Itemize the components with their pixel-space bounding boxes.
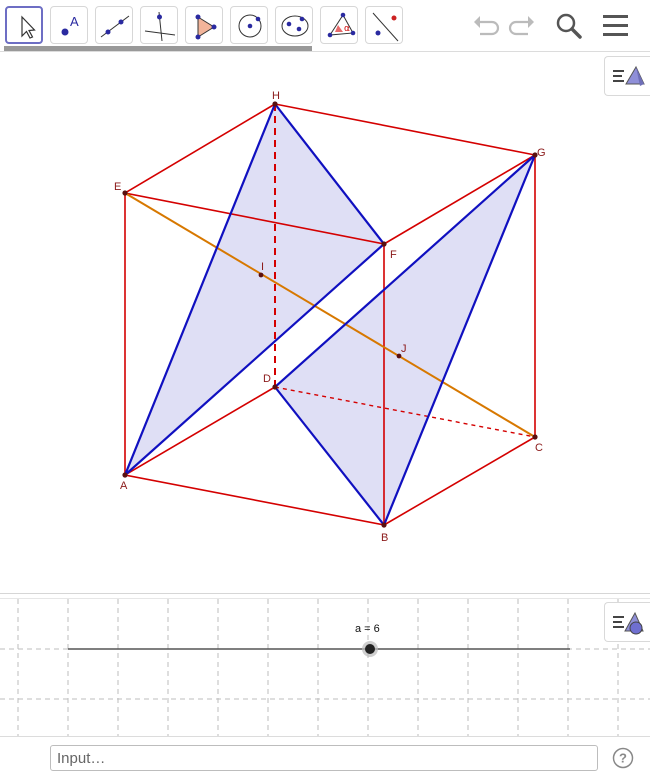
point-tool-label: A: [70, 14, 79, 29]
svg-text:?: ?: [619, 751, 627, 766]
label-c: C: [535, 442, 543, 454]
label-b: B: [381, 532, 388, 544]
label-f: F: [390, 249, 397, 261]
polygon-icon: [195, 14, 217, 40]
polygon-tool-button[interactable]: [185, 6, 223, 44]
label-h: H: [272, 90, 280, 102]
undo-icon: [474, 16, 500, 36]
point-e[interactable]: [122, 190, 128, 196]
point-a[interactable]: [122, 472, 128, 478]
move-tool-button[interactable]: [5, 6, 43, 44]
point-icon: A: [61, 14, 79, 36]
perpendicular-tool-button[interactable]: [140, 6, 178, 44]
graphics2-style-icon: [613, 611, 644, 635]
reflect-tool-button[interactable]: [365, 6, 403, 44]
reflect-icon: [372, 12, 399, 42]
redo-icon: [508, 16, 534, 36]
label-e: E: [114, 181, 121, 193]
circle-tool-button[interactable]: [230, 6, 268, 44]
graphics-view[interactable]: A B C D E F G H I J: [0, 53, 650, 593]
point-b[interactable]: [381, 522, 387, 528]
ellipse-icon: [281, 15, 309, 37]
undo-button[interactable]: [470, 10, 502, 42]
graphics-style-bar-button[interactable]: [604, 56, 650, 96]
circle-icon: [238, 14, 262, 38]
line-tool-button[interactable]: [95, 6, 133, 44]
main-menu-button[interactable]: [600, 10, 632, 42]
algebra-input[interactable]: [50, 745, 598, 771]
point-tool-button[interactable]: A: [50, 6, 88, 44]
arrow-icon: [21, 15, 36, 39]
toolbar: A α: [0, 0, 650, 52]
toolbar-scroll-indicator: [4, 46, 312, 51]
search-button[interactable]: [553, 10, 585, 42]
label-a: A: [120, 480, 128, 492]
label-j: J: [401, 343, 407, 355]
view-divider[interactable]: [0, 593, 650, 594]
angle-tool-button[interactable]: α: [320, 6, 358, 44]
conic-tool-button[interactable]: [275, 6, 313, 44]
graphics2-style-bar-button[interactable]: [604, 602, 650, 642]
perpendicular-icon: [144, 11, 176, 42]
search-icon: [556, 13, 582, 39]
help-icon[interactable]: ?: [612, 747, 634, 769]
input-bar: ?: [0, 736, 650, 780]
point-c[interactable]: [532, 434, 538, 440]
label-g: G: [537, 147, 546, 159]
point-h[interactable]: [272, 101, 278, 107]
graphics-view-2[interactable]: a = 6: [0, 599, 650, 736]
point-i[interactable]: [258, 272, 264, 278]
graphics-style-icon: [613, 65, 645, 86]
slider-knob[interactable]: [365, 644, 375, 654]
angle-icon: α: [327, 12, 356, 38]
angle-tool-label: α: [344, 24, 350, 34]
line-icon: [100, 15, 130, 38]
point-d[interactable]: [272, 384, 278, 390]
slider-label: a = 6: [355, 623, 380, 635]
redo-button[interactable]: [506, 10, 538, 42]
menu-icon: [603, 15, 628, 36]
point-f[interactable]: [381, 241, 387, 247]
label-i: I: [261, 261, 264, 273]
label-d: D: [263, 373, 271, 385]
grid: [0, 599, 650, 736]
